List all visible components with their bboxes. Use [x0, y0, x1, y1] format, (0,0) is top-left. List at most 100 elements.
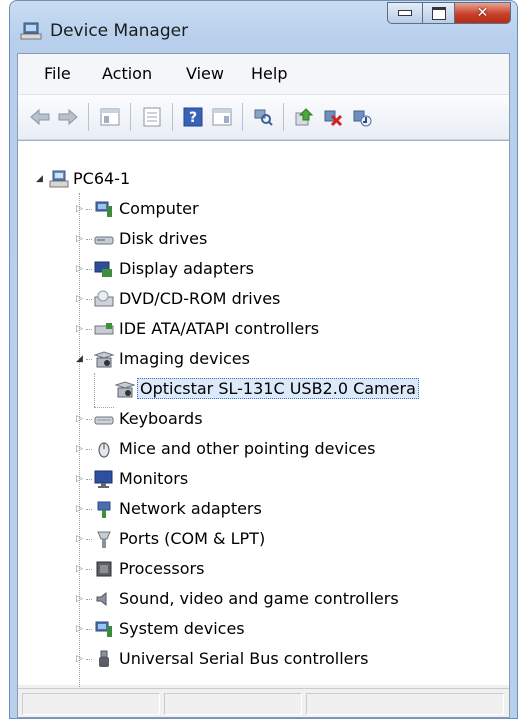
ide-controller-icon: [94, 323, 114, 335]
tree-line: [86, 449, 92, 450]
expand-arrow-icon[interactable]: ▷: [76, 534, 85, 544]
expand-arrow-icon[interactable]: ▷: [76, 624, 85, 634]
action-pane-button[interactable]: [210, 105, 234, 129]
forward-button[interactable]: [56, 105, 80, 129]
tree-line: [86, 209, 92, 210]
uninstall-button[interactable]: [321, 105, 345, 129]
tree-category-label: Disk drives: [119, 229, 208, 248]
client-area: File Action View Help ? ◢ PC64-1 ▷ Compu…: [17, 53, 510, 718]
tree-category-row[interactable]: ▷ Keyboards: [18, 405, 509, 433]
update-driver-icon: [295, 108, 314, 126]
tree-category-label: DVD/CD-ROM drives: [119, 289, 281, 308]
display-adapter-icon: [94, 261, 112, 277]
sound-icon: [96, 591, 107, 607]
disk-drive-icon: [94, 236, 114, 245]
tree-category-row[interactable]: ▷ DVD/CD-ROM drives: [18, 285, 509, 313]
maximize-button[interactable]: [423, 2, 455, 24]
back-button[interactable]: [28, 105, 52, 129]
tree-category-row[interactable]: ▷ Sound, video and game controllers: [18, 585, 509, 613]
tree-line: [86, 659, 92, 660]
help-button[interactable]: ?: [181, 105, 205, 129]
tree-line: [86, 359, 92, 360]
maximize-icon: [431, 6, 446, 20]
properties-button[interactable]: [140, 105, 164, 129]
tree-category-label: Display adapters: [119, 259, 255, 278]
tree-category-label: Imaging devices: [119, 349, 250, 368]
tree-category-label: Sound, video and game controllers: [119, 589, 399, 608]
expand-arrow-icon[interactable]: ▷: [76, 264, 85, 274]
close-icon: ✕: [476, 5, 489, 21]
status-bar: [18, 688, 509, 717]
title-bar[interactable]: Device Manager ✕: [10, 1, 517, 51]
tree-root-label: PC64-1: [73, 169, 131, 188]
device-tree[interactable]: ◢ PC64-1 ▷ Computer ▷ Disk drives ▷ Display a…: [18, 140, 509, 693]
expand-arrow-icon[interactable]: ▷: [76, 654, 85, 664]
device-manager-window: Device Manager ✕ File Action View Help ?…: [9, 0, 518, 719]
tree-device-row[interactable]: Opticstar SL-131C USB2.0 Camera: [18, 375, 509, 403]
status-pane: [306, 693, 504, 715]
menu-file[interactable]: File: [40, 64, 75, 83]
tree-category-label: Keyboards: [119, 409, 203, 428]
properties-icon: [143, 107, 161, 127]
mouse-icon: [98, 442, 110, 458]
tree-category-row[interactable]: ▷ Processors: [18, 555, 509, 583]
tree-category-row[interactable]: ▷ Disk drives: [18, 225, 509, 253]
tree-line: [86, 299, 92, 300]
computer-icon: [95, 201, 112, 217]
tree-category-row[interactable]: ▷ Network adapters: [18, 495, 509, 523]
minimize-button[interactable]: [387, 2, 423, 24]
tree-line: [86, 539, 92, 540]
toolbar-separator: [130, 103, 131, 131]
close-button[interactable]: ✕: [455, 2, 511, 24]
keyboard-icon: [94, 416, 114, 425]
menu-help[interactable]: Help: [247, 64, 291, 83]
expand-arrow-icon[interactable]: ▷: [76, 594, 85, 604]
tree-category-row[interactable]: ▷ Ports (COM & LPT): [18, 525, 509, 553]
camera-icon: [94, 351, 114, 368]
tree-category-row[interactable]: ▷ Universal Serial Bus controllers: [18, 645, 509, 673]
expand-arrow-icon[interactable]: ▷: [76, 324, 85, 334]
toolbar-separator: [172, 103, 173, 131]
expand-arrow-icon[interactable]: ▷: [76, 504, 85, 514]
expand-arrow-icon[interactable]: ▷: [76, 444, 85, 454]
tree-line: [86, 569, 92, 570]
expand-arrow-icon[interactable]: ▷: [76, 204, 85, 214]
monitor-icon: [94, 470, 113, 488]
update-driver-button[interactable]: [292, 105, 316, 129]
expand-arrow-icon[interactable]: ▷: [76, 564, 85, 574]
tree-category-row[interactable]: ▷ System devices: [18, 615, 509, 643]
back-icon: [30, 108, 50, 126]
enable-device-button[interactable]: [350, 105, 374, 129]
show-hide-tree-button[interactable]: [98, 105, 122, 129]
svg-text:?: ?: [189, 110, 197, 126]
status-pane: [22, 693, 160, 715]
toolbar-separator: [242, 103, 243, 131]
tree-category-row[interactable]: ◢ Imaging devices: [18, 345, 509, 373]
device-manager-icon: [20, 22, 42, 40]
network-adapter-icon: [97, 501, 111, 518]
expand-arrow-icon[interactable]: ▷: [76, 474, 85, 484]
computer-root-icon: [49, 170, 69, 188]
uninstall-icon: [324, 110, 343, 127]
expand-arrow-icon[interactable]: ▷: [76, 414, 85, 424]
collapse-arrow-icon[interactable]: ◢: [36, 174, 45, 184]
scan-hardware-button[interactable]: [251, 105, 275, 129]
menu-view[interactable]: View: [182, 64, 228, 83]
menu-action[interactable]: Action: [98, 64, 156, 83]
tree-category-row[interactable]: ▷ Display adapters: [18, 255, 509, 283]
tree-device-label: Opticstar SL-131C USB2.0 Camera: [137, 378, 419, 399]
tree-category-label: Monitors: [119, 469, 189, 488]
expand-arrow-icon[interactable]: ▷: [76, 234, 85, 244]
tree-category-label: Mice and other pointing devices: [119, 439, 376, 458]
help-icon: ?: [183, 107, 203, 127]
tree-category-row[interactable]: ▷ IDE ATA/ATAPI controllers: [18, 315, 509, 343]
tree-root[interactable]: ◢ PC64-1: [18, 165, 509, 193]
tree-category-row[interactable]: ▷ Mice and other pointing devices: [18, 435, 509, 463]
tree-category-label: Computer: [119, 199, 199, 218]
tree-category-row[interactable]: ▷ Computer: [18, 195, 509, 223]
tree-line: [86, 419, 92, 420]
tree-category-label: IDE ATA/ATAPI controllers: [119, 319, 320, 338]
expand-arrow-icon[interactable]: ▷: [76, 294, 85, 304]
collapse-arrow-icon[interactable]: ◢: [76, 354, 85, 364]
tree-category-row[interactable]: ▷ Monitors: [18, 465, 509, 493]
